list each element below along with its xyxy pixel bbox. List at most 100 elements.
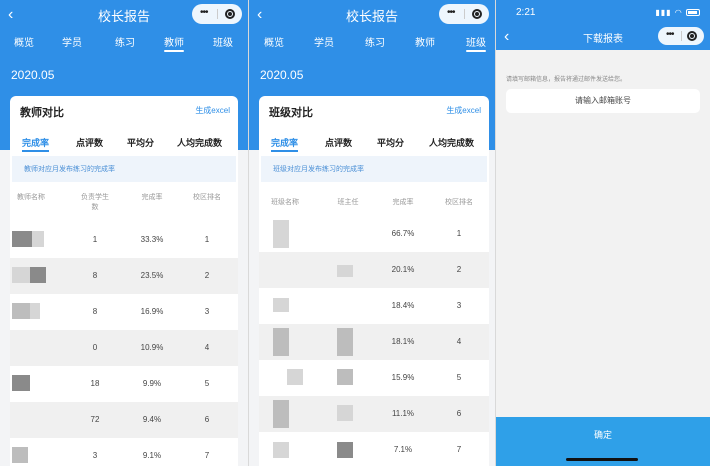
completion-rate: 16.9% (140, 307, 164, 316)
teacher-name-redacted (337, 328, 353, 356)
column-header: 完成率 (392, 199, 414, 206)
signal-wifi-battery-icon: ▮▮▮ ◠ (655, 8, 700, 17)
tab-overview[interactable]: 概览 (264, 34, 284, 49)
more-icon[interactable]: ••• (447, 7, 455, 18)
mini-program-capsule[interactable]: ••• (658, 27, 704, 45)
completion-rate: 11.1% (391, 409, 415, 418)
student-count: 18 (90, 379, 100, 388)
tab-teachers[interactable]: 教师 (415, 34, 435, 49)
teacher-name-redacted (337, 405, 353, 421)
close-icon[interactable] (472, 9, 482, 19)
subtab-avg-completions[interactable]: 人均完成数 (429, 136, 474, 149)
class-name-redacted (273, 328, 289, 356)
close-icon[interactable] (687, 31, 697, 41)
table-row: 3 9.1% 7 (10, 438, 238, 466)
completion-rate: 9.9% (142, 379, 162, 388)
subtab-average-score[interactable]: 平均分 (377, 136, 404, 149)
battery-icon (686, 9, 700, 17)
teacher-name-redacted (337, 442, 353, 458)
teacher-name-redacted (12, 303, 30, 319)
class-report-screen: ‹ 校长报告 ••• 概览 学员 练习 教师 班级 2020.05 班级对比 生… (249, 0, 495, 466)
mini-program-capsule[interactable]: ••• (192, 4, 242, 24)
metric-note: 班级对应月发布练习的完成率 (261, 156, 487, 182)
subtab-completion-rate[interactable]: 完成率 (22, 136, 50, 152)
tab-teachers[interactable]: 教师 (164, 34, 184, 52)
completion-rate: 23.5% (140, 271, 164, 280)
email-input[interactable]: 请输入邮箱账号 (506, 89, 700, 113)
subtab-avg-completions[interactable]: 人均完成数 (177, 136, 222, 149)
campus-rank: 5 (456, 373, 462, 382)
column-header: 班级名称 (271, 199, 299, 206)
subtab-average-score[interactable]: 平均分 (127, 136, 154, 149)
more-icon[interactable]: ••• (200, 7, 208, 18)
table-row: 0 10.9% 4 (10, 330, 238, 366)
column-header: 完成率 (141, 194, 163, 201)
completion-rate: 9.1% (142, 451, 162, 460)
tab-classes[interactable]: 班级 (466, 34, 486, 52)
completion-rate: 33.3% (140, 235, 164, 244)
teacher-name-redacted (12, 375, 30, 391)
table-row: 18.1% 4 (259, 324, 489, 360)
subtab-completion-rate[interactable]: 完成率 (271, 136, 299, 152)
student-count: 3 (92, 451, 98, 460)
table-row: 20.1% 2 (259, 252, 489, 288)
class-name-redacted (287, 369, 303, 385)
close-icon[interactable] (225, 9, 235, 19)
class-name-redacted (273, 220, 289, 248)
completion-rate: 7.1% (393, 445, 413, 454)
tab-students[interactable]: 学员 (314, 34, 334, 49)
table-row: 7.1% 7 (259, 432, 489, 466)
tab-practice[interactable]: 练习 (115, 34, 135, 49)
tab-practice[interactable]: 练习 (365, 34, 385, 49)
home-indicator (566, 458, 638, 461)
tab-students[interactable]: 学员 (62, 34, 82, 49)
teacher-name-redacted (12, 267, 30, 283)
export-excel-link[interactable]: 生成excel (446, 105, 481, 116)
more-icon[interactable]: ••• (666, 29, 674, 40)
column-header: 负责学生数 (81, 194, 109, 211)
download-report-screen: 2:21 ▮▮▮ ◠ ‹ 下载报表 ••• 请填写邮箱信息，报告将通过邮件发送给… (496, 0, 710, 466)
class-comparison-card: 班级对比 生成excel 完成率 点评数 平均分 人均完成数 班级对应月发布练习… (259, 96, 489, 466)
tab-classes[interactable]: 班级 (213, 34, 233, 49)
report-month: 2020.05 (260, 68, 304, 82)
card-title: 教师对比 (20, 107, 64, 119)
report-tabs: 概览 学员 练习 教师 班级 (249, 34, 495, 54)
class-name-redacted (273, 400, 289, 428)
student-count: 0 (92, 343, 98, 352)
campus-rank: 7 (204, 451, 210, 460)
completion-rate: 18.1% (391, 337, 415, 346)
nav-bar: ‹ 下载报表 ••• (496, 24, 710, 50)
class-name-redacted (273, 442, 289, 458)
campus-rank: 1 (456, 229, 462, 238)
subtab-review-count[interactable]: 点评数 (76, 136, 103, 149)
column-header: 班主任 (337, 199, 359, 206)
table-row: 18 9.9% 5 (10, 366, 238, 402)
teacher-name-redacted (337, 265, 353, 277)
teacher-report-screen: ‹ 校长报告 ••• 概览 学员 练习 教师 班级 2020.05 教师对比 生… (0, 0, 248, 466)
teacher-name-redacted (12, 231, 32, 247)
student-count: 72 (90, 415, 100, 424)
campus-rank: 5 (204, 379, 210, 388)
report-month: 2020.05 (11, 68, 55, 82)
table-row: 8 16.9% 3 (10, 294, 238, 330)
column-header: 校区排名 (445, 199, 473, 206)
table-row: 1 33.3% 1 (10, 222, 238, 258)
table-row: 18.4% 3 (259, 288, 489, 324)
column-header: 校区排名 (193, 194, 221, 201)
completion-rate: 10.9% (140, 343, 164, 352)
subtab-review-count[interactable]: 点评数 (325, 136, 352, 149)
completion-rate: 66.7% (391, 229, 415, 238)
report-tabs: 概览 学员 练习 教师 班级 (0, 34, 248, 54)
tab-overview[interactable]: 概览 (14, 34, 34, 49)
table-row: 8 23.5% 2 (10, 258, 238, 294)
email-hint: 请填写邮箱信息，报告将通过邮件发送给您。 (506, 77, 627, 83)
table-row: 11.1% 6 (259, 396, 489, 432)
campus-rank: 6 (204, 415, 210, 424)
metric-note: 教师对应月发布练习的完成率 (12, 156, 236, 182)
campus-rank: 4 (456, 337, 462, 346)
export-excel-link[interactable]: 生成excel (195, 105, 230, 116)
completion-rate: 9.4% (142, 415, 162, 424)
mini-program-capsule[interactable]: ••• (439, 4, 489, 24)
table-row: 15.9% 5 (259, 360, 489, 396)
campus-rank: 4 (204, 343, 210, 352)
